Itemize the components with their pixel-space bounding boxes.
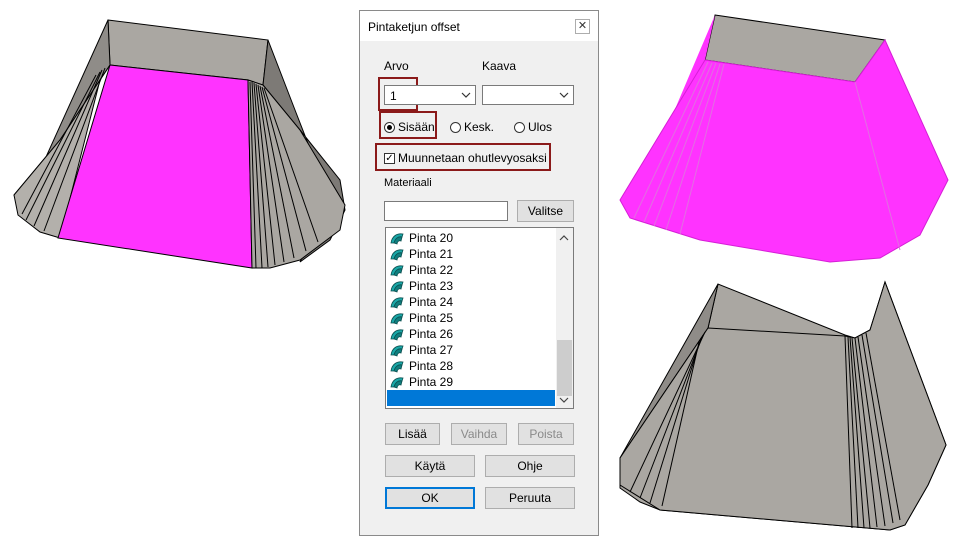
list-item-label: Pinta 29 <box>409 375 454 389</box>
list-item-label: Pinta 28 <box>409 359 454 373</box>
scroll-up-icon[interactable] <box>559 234 569 242</box>
materiaali-field[interactable] <box>384 201 508 221</box>
valitse-button[interactable]: Valitse <box>517 200 574 222</box>
arvo-label: Arvo <box>384 59 409 73</box>
arvo-combobox[interactable]: 1 <box>384 85 476 105</box>
ohutlevy-checkbox[interactable]: ✓ Muunnetaan ohutlevyosaksi <box>384 151 547 165</box>
right-bottom-sheet-illustration <box>619 280 947 531</box>
chevron-down-icon <box>461 92 471 98</box>
kaava-combobox[interactable] <box>482 85 574 105</box>
scrollbar-thumb[interactable] <box>557 340 572 396</box>
surface-icon <box>390 377 404 389</box>
list-item[interactable]: Pinta 29 <box>387 374 555 390</box>
surface-icon <box>390 281 404 293</box>
close-icon: ✕ <box>577 20 588 32</box>
surface-icon <box>390 345 404 357</box>
left-hopper-illustration <box>13 19 346 269</box>
poista-button[interactable]: Poista <box>518 423 574 445</box>
scroll-down-icon[interactable] <box>559 396 569 404</box>
surface-icon <box>390 361 404 373</box>
kayta-button[interactable]: Käytä <box>385 455 475 477</box>
dialog-title: Pintaketjun offset <box>368 20 460 34</box>
surface-icon <box>390 297 404 309</box>
list-item-label: Pinta 27 <box>409 343 454 357</box>
list-item[interactable]: Pinta 25 <box>387 310 555 326</box>
surface-icon <box>390 313 404 325</box>
ohutlevy-checkbox-label: Muunnetaan ohutlevyosaksi <box>398 151 547 165</box>
list-item[interactable]: Pinta 20 <box>387 230 555 246</box>
arvo-value: 1 <box>390 89 397 103</box>
close-button[interactable]: ✕ <box>575 19 590 34</box>
radio-ulos[interactable]: Ulos <box>514 120 552 134</box>
surface-icon <box>390 329 404 341</box>
lisaa-button[interactable]: Lisää <box>385 423 440 445</box>
list-item-label: Pinta 25 <box>409 311 454 325</box>
ohje-button[interactable]: Ohje <box>485 455 575 477</box>
radio-kesk[interactable]: Kesk. <box>450 120 494 134</box>
surface-icon <box>390 249 404 261</box>
list-item-label: Pinta 26 <box>409 327 454 341</box>
radio-dot <box>384 121 395 133</box>
kaava-label: Kaava <box>482 59 517 73</box>
list-item-label: Pinta 23 <box>409 279 454 293</box>
vaihda-button[interactable]: Vaihda <box>451 423 507 445</box>
surface-list[interactable]: Pinta 20 Pinta 21 Pinta 22 Pinta 23 Pinta 24… <box>385 227 574 409</box>
radio-ulos-label: Ulos <box>528 120 553 134</box>
list-item-label: Pinta 22 <box>409 263 454 277</box>
list-item[interactable]: Pinta 24 <box>387 294 555 310</box>
list-item-label: Pinta 24 <box>409 295 454 309</box>
chevron-down-icon <box>559 92 569 98</box>
list-item[interactable]: Pinta 27 <box>387 342 555 358</box>
radio-dot <box>450 121 461 133</box>
list-item[interactable]: Pinta 22 <box>387 262 555 278</box>
dialog-titlebar: Pintaketjun offset ✕ <box>360 11 598 41</box>
materiaali-label: Materiaali <box>384 177 432 189</box>
ok-button[interactable]: OK <box>385 487 475 509</box>
checkmark-icon: ✓ <box>384 152 395 164</box>
list-scrollbar[interactable] <box>556 228 573 408</box>
radio-sisaan-label: Sisään <box>398 120 435 134</box>
list-item-label: Pinta 21 <box>409 247 454 261</box>
right-top-hopper-illustration <box>619 14 949 263</box>
list-item[interactable]: Pinta 26 <box>387 326 555 342</box>
peruuta-button[interactable]: Peruuta <box>485 487 575 509</box>
radio-dot <box>514 121 525 133</box>
list-item[interactable] <box>387 390 555 406</box>
offset-dialog: Pintaketjun offset ✕ Arvo Kaava 1 Sisään… <box>359 10 599 536</box>
surface-icon <box>390 265 404 277</box>
list-item[interactable]: Pinta 23 <box>387 278 555 294</box>
list-item[interactable]: Pinta 28 <box>387 358 555 374</box>
list-item[interactable]: Pinta 21 <box>387 246 555 262</box>
list-item-label: Pinta 20 <box>409 231 454 245</box>
surface-icon <box>390 233 404 245</box>
radio-kesk-label: Kesk. <box>464 120 495 134</box>
radio-sisaan[interactable]: Sisään <box>384 120 435 134</box>
